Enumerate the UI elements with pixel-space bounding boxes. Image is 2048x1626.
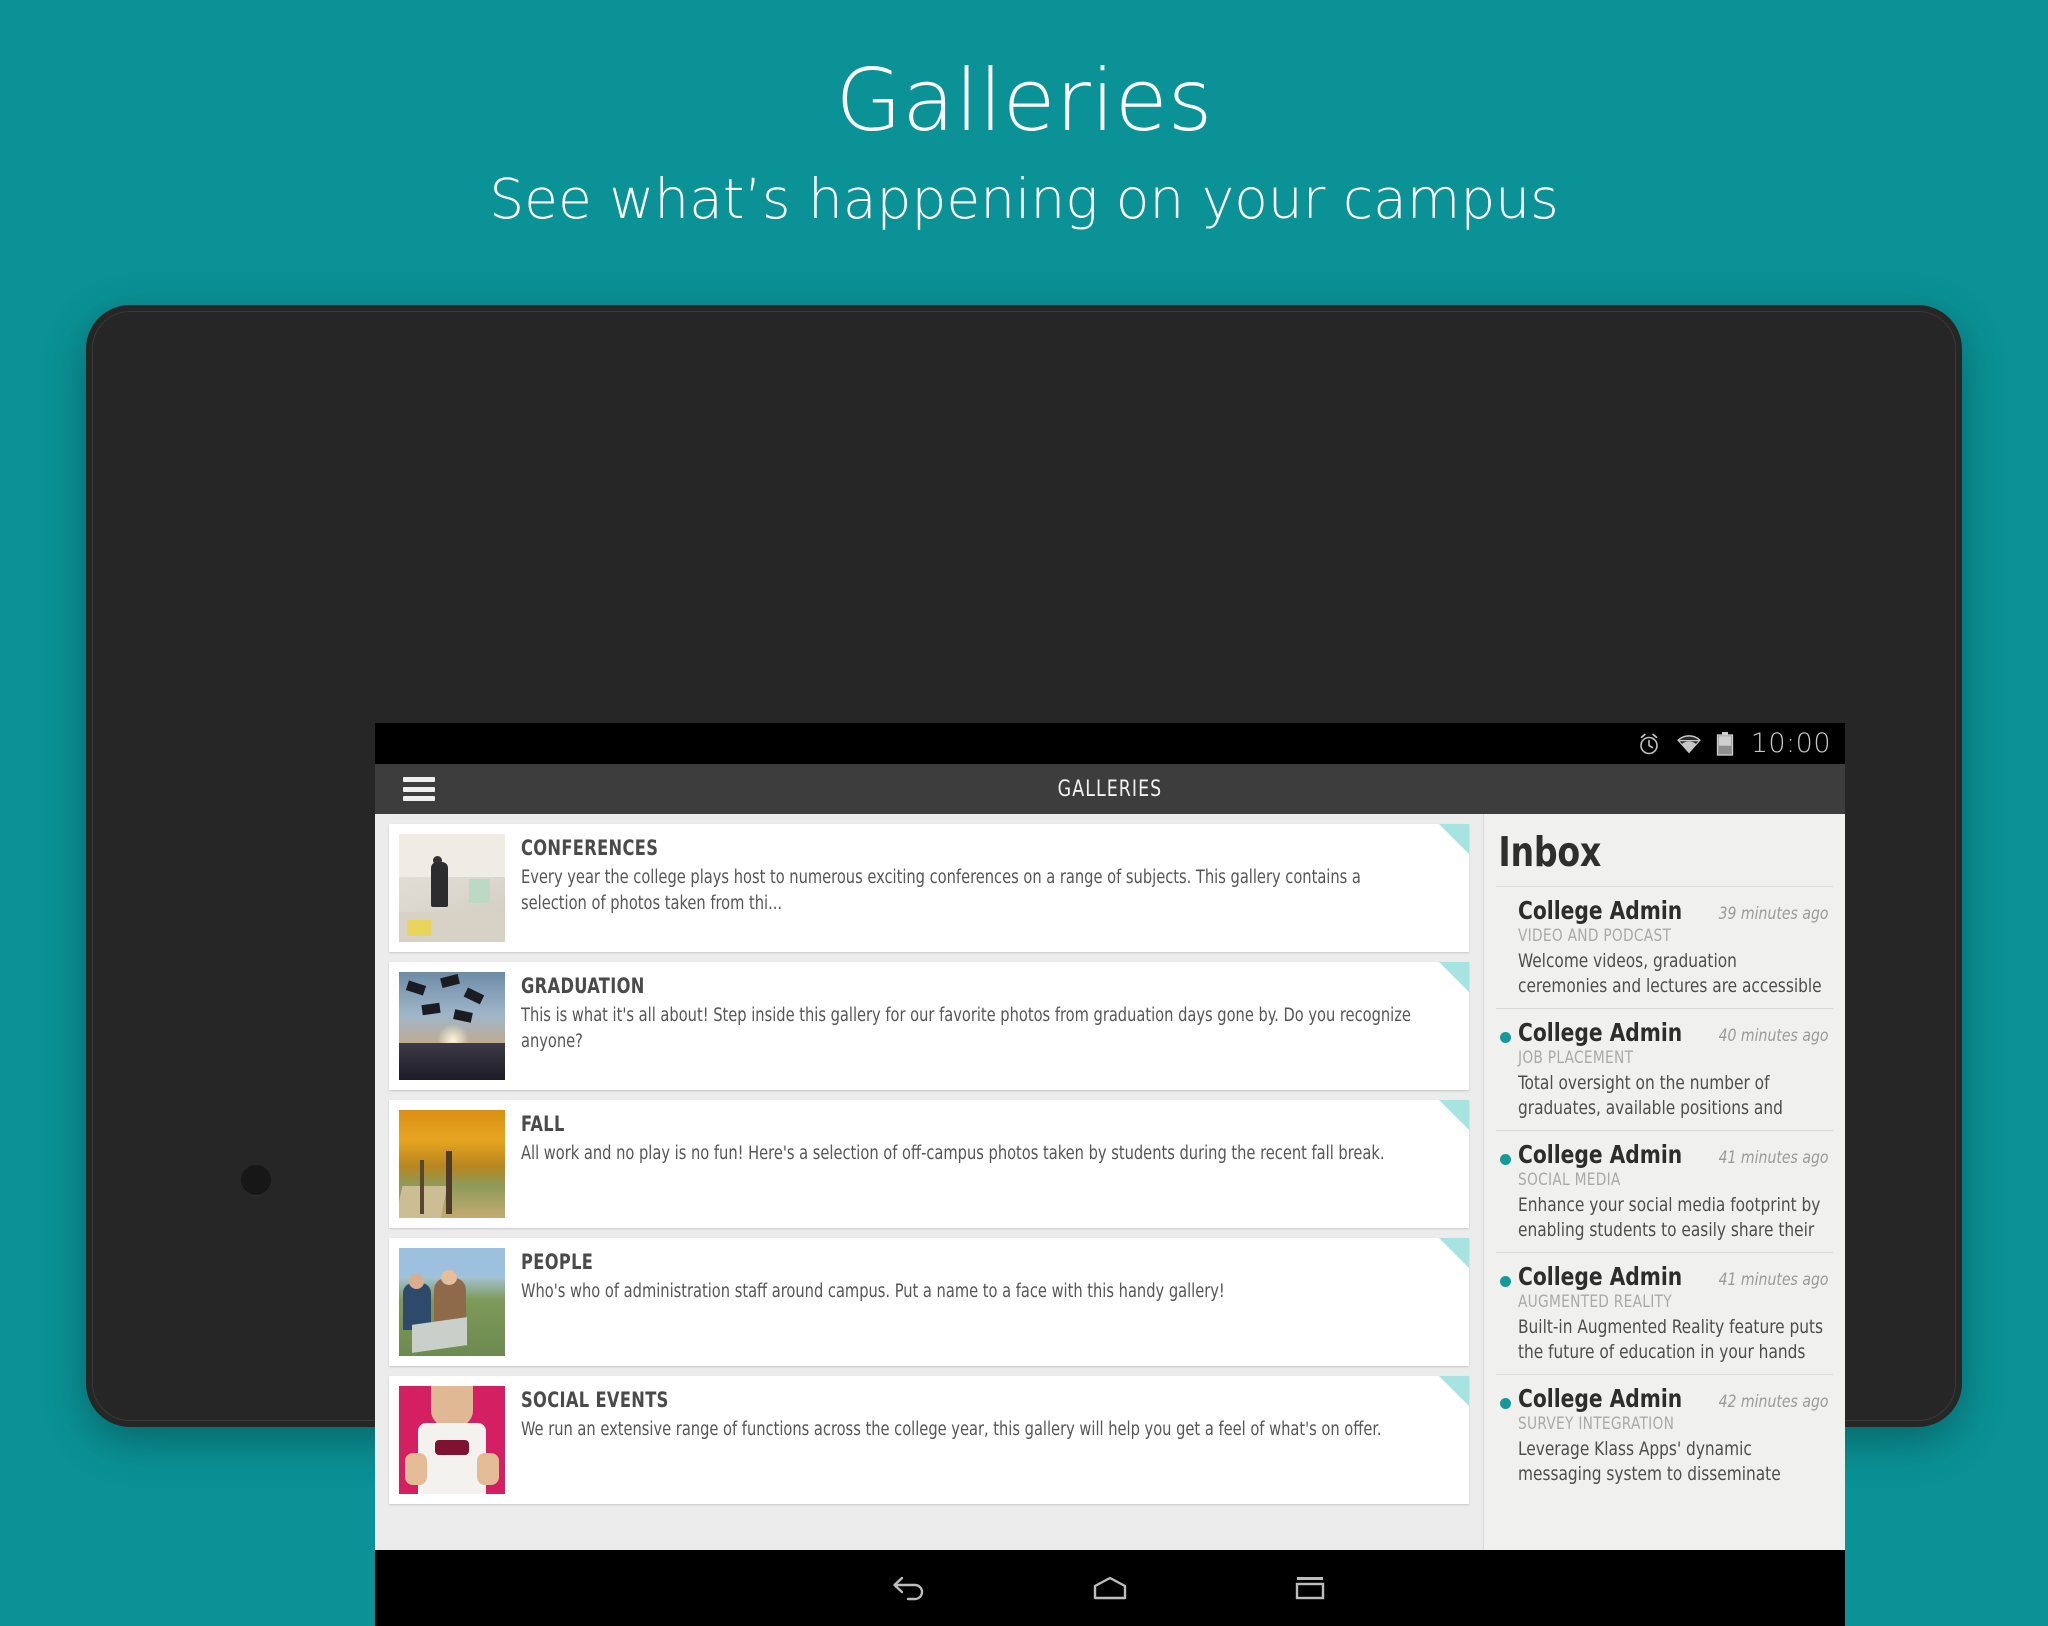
gallery-thumbnail: [399, 1110, 505, 1218]
nav-back-button[interactable]: [810, 1550, 1010, 1626]
gallery-card-body: GRADUATION This is what it's all about! …: [505, 962, 1469, 1090]
tablet-device: 10:00 GALLERIES CONFERENCES Every year t…: [86, 305, 1962, 1626]
message-sender: College Admin: [1518, 1140, 1683, 1169]
message-timestamp: 39 minutes ago: [1719, 904, 1829, 924]
gallery-card[interactable]: PEOPLE Who's who of administration staff…: [389, 1238, 1469, 1366]
message-sender: College Admin: [1518, 896, 1683, 925]
screenshot-stage: Galleries See what’s happening on your c…: [0, 0, 2048, 1626]
inbox-message[interactable]: College Admin 39 minutes ago VIDEO AND P…: [1496, 886, 1833, 1008]
inbox-message[interactable]: College Admin 42 minutes ago SURVEY INTE…: [1496, 1374, 1833, 1496]
message-timestamp: 40 minutes ago: [1719, 1026, 1829, 1046]
gallery-card-description: Every year the college plays host to num…: [521, 867, 1361, 914]
gallery-thumbnail: [399, 972, 505, 1080]
unread-dot-icon: [1500, 1154, 1511, 1165]
card-corner-flag-icon: [1439, 1238, 1469, 1268]
gallery-card-description: Who's who of administration staff around…: [521, 1281, 1225, 1302]
wifi-icon: [1676, 734, 1701, 753]
message-timestamp: 41 minutes ago: [1719, 1270, 1829, 1290]
message-category: JOB PLACEMENT: [1518, 1048, 1634, 1068]
gallery-card-title: SOCIAL EVENTS: [521, 1388, 669, 1412]
message-sender: College Admin: [1518, 1384, 1683, 1413]
message-preview: Total oversight on the number of graduat…: [1518, 1072, 1783, 1119]
gallery-card-body: CONFERENCES Every year the college plays…: [505, 824, 1469, 952]
message-category: SURVEY INTEGRATION: [1518, 1414, 1675, 1434]
gallery-card-body: PEOPLE Who's who of administration staff…: [505, 1238, 1469, 1366]
back-icon: [893, 1576, 924, 1601]
tablet-screen: 10:00 GALLERIES CONFERENCES Every year t…: [375, 723, 1845, 1626]
inbox-heading: Inbox: [1498, 828, 1602, 876]
app-bar-title: GALLERIES: [1057, 776, 1163, 802]
gallery-card-title: PEOPLE: [521, 1250, 594, 1274]
status-bar-time: 10:00: [1750, 728, 1831, 759]
message-category: AUGMENTED REALITY: [1518, 1292, 1672, 1312]
gallery-thumbnail: [399, 1248, 505, 1356]
android-nav-bar: [375, 1550, 1845, 1626]
nav-recents-button[interactable]: [1210, 1550, 1410, 1626]
message-category: SOCIAL MEDIA: [1518, 1170, 1621, 1190]
gallery-list[interactable]: CONFERENCES Every year the college plays…: [375, 814, 1483, 1550]
gallery-card[interactable]: FALL All work and no play is no fun! Her…: [389, 1100, 1469, 1228]
page-title: Galleries: [835, 51, 1213, 151]
front-camera-icon: [241, 1165, 271, 1195]
inbox-message[interactable]: College Admin 40 minutes ago JOB PLACEME…: [1496, 1008, 1833, 1130]
message-preview: Enhance your social media footprint by e…: [1518, 1194, 1821, 1241]
gallery-thumbnail: [399, 1386, 505, 1494]
gallery-card-description: This is what it's all about! Step inside…: [521, 1005, 1411, 1052]
recents-icon: [1295, 1577, 1325, 1600]
gallery-card-body: FALL All work and no play is no fun! Her…: [505, 1100, 1469, 1228]
message-timestamp: 41 minutes ago: [1719, 1148, 1829, 1168]
status-bar: 10:00: [375, 723, 1845, 764]
message-timestamp: 42 minutes ago: [1719, 1392, 1829, 1412]
gallery-card-title: GRADUATION: [521, 974, 645, 998]
page-subtitle: See what’s happening on your campus: [489, 167, 1559, 231]
message-sender: College Admin: [1518, 1018, 1683, 1047]
home-icon: [1093, 1576, 1127, 1600]
gallery-card[interactable]: SOCIAL EVENTS We run an extensive range …: [389, 1376, 1469, 1504]
inbox-message[interactable]: College Admin 41 minutes ago AUGMENTED R…: [1496, 1252, 1833, 1374]
message-preview: Built-in Augmented Reality feature puts …: [1518, 1316, 1824, 1363]
gallery-card-description: All work and no play is no fun! Here's a…: [521, 1143, 1385, 1164]
card-corner-flag-icon: [1439, 1100, 1469, 1130]
gallery-card[interactable]: CONFERENCES Every year the college plays…: [389, 824, 1469, 952]
message-category: VIDEO AND PODCAST: [1518, 926, 1672, 946]
unread-dot-icon: [1500, 1398, 1511, 1409]
inbox-message[interactable]: College Admin 41 minutes ago SOCIAL MEDI…: [1496, 1130, 1833, 1252]
battery-icon: [1716, 731, 1733, 756]
gallery-card-body: SOCIAL EVENTS We run an extensive range …: [505, 1376, 1469, 1504]
card-corner-flag-icon: [1439, 824, 1469, 854]
gallery-card-description: We run an extensive range of functions a…: [521, 1419, 1382, 1440]
card-corner-flag-icon: [1439, 962, 1469, 992]
card-corner-flag-icon: [1439, 1376, 1469, 1406]
gallery-card-title: CONFERENCES: [521, 836, 659, 860]
message-sender: College Admin: [1518, 1262, 1683, 1291]
message-preview: Welcome videos, graduation ceremonies an…: [1518, 950, 1822, 997]
unread-dot-icon: [1500, 1276, 1511, 1287]
app-bar: GALLERIES: [375, 764, 1845, 814]
app-content: CONFERENCES Every year the college plays…: [375, 814, 1845, 1550]
gallery-card-title: FALL: [521, 1112, 565, 1136]
unread-dot-icon: [1500, 1032, 1511, 1043]
inbox-message-list[interactable]: College Admin 39 minutes ago VIDEO AND P…: [1484, 886, 1845, 1550]
gallery-thumbnail: [399, 834, 505, 942]
inbox-panel: Inbox College Admin 39 minutes ago VIDEO…: [1483, 814, 1845, 1550]
hamburger-menu-icon[interactable]: [403, 777, 435, 801]
nav-home-button[interactable]: [1010, 1550, 1210, 1626]
promo-header: Galleries See what’s happening on your c…: [0, 0, 2048, 227]
alarm-icon: [1639, 733, 1658, 754]
gallery-card[interactable]: GRADUATION This is what it's all about! …: [389, 962, 1469, 1090]
status-bar-icons: 10:00: [1636, 728, 1831, 759]
message-preview: Leverage Klass Apps' dynamic messaging s…: [1518, 1438, 1781, 1485]
